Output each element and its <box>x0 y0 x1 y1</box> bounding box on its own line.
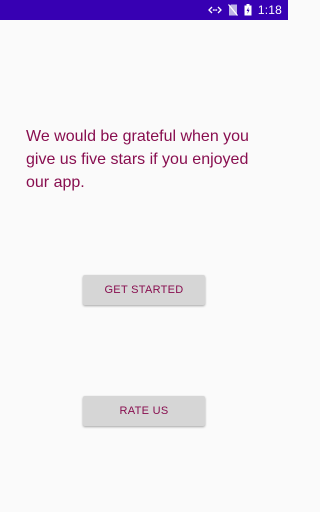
status-bar: 1:18 <box>0 0 288 20</box>
rate-us-button[interactable]: RATE US <box>83 396 205 426</box>
clock: 1:18 <box>257 3 282 17</box>
battery-charging-icon <box>244 4 252 16</box>
data-sync-icon <box>207 5 222 15</box>
rating-message: We would be grateful when you give us fi… <box>26 128 249 191</box>
get-started-button[interactable]: GET STARTED <box>83 275 205 305</box>
no-sim-icon <box>227 4 238 16</box>
